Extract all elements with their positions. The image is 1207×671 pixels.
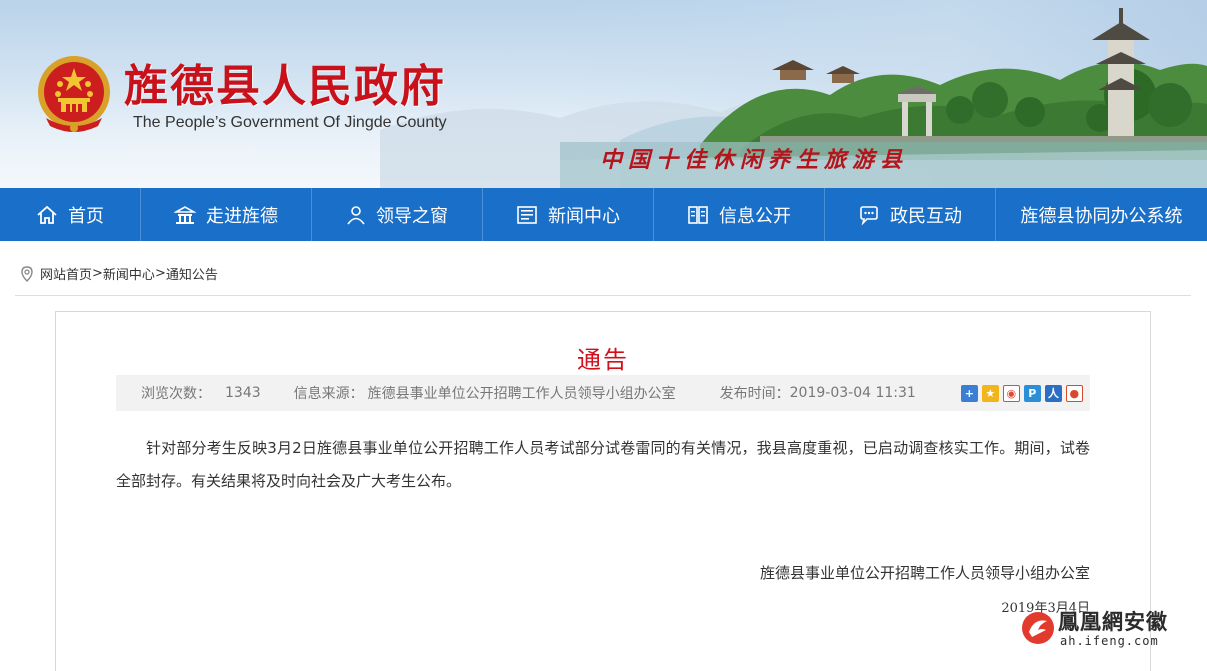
site-subtitle: The People’s Government Of Jingde County <box>133 114 447 131</box>
weibo-icon[interactable]: ◉ <box>1002 384 1020 402</box>
breadcrumb: 网站首页 > 新闻中心 > 通知公告 <box>15 252 1191 296</box>
chat-icon <box>860 205 878 225</box>
views-count: 1343 <box>225 385 261 401</box>
breadcrumb-home-link[interactable]: 网站首页 <box>40 264 92 283</box>
national-emblem-icon <box>38 56 110 132</box>
watermark-url: ah.ifeng.com <box>1060 634 1159 648</box>
watermark-name: 鳳凰網安徽 <box>1058 609 1168 634</box>
share-toolbar: + ★ ◉ P 人 ● <box>960 384 1087 402</box>
ifeng-watermark: 鳳凰網安徽 ah.ifeng.com <box>1018 606 1198 650</box>
share-more-icon[interactable]: + <box>960 384 978 402</box>
banner-slogan: 中国十佳休闲养生旅游县 <box>600 147 909 173</box>
breadcrumb-separator: > <box>154 266 166 281</box>
nav-item-label: 旌德县协同办公系统 <box>1020 205 1183 227</box>
nav-item-news[interactable]: 新闻中心 <box>483 188 654 241</box>
article-body: 针对部分考生反映3月2日旌德县事业单位公开招聘工作人员考试部分试卷雷同的有关情况… <box>116 439 1090 490</box>
nav-item-leaders[interactable]: 领导之窗 <box>312 188 483 241</box>
source-value: 旌德县事业单位公开招聘工作人员领导小组办公室 <box>367 386 676 402</box>
nav-item-home[interactable]: 首页 <box>0 188 141 241</box>
tencent-weibo-icon[interactable]: P <box>1023 384 1041 402</box>
home-icon <box>37 205 57 224</box>
user-icon <box>347 205 365 224</box>
nav-item-label: 走进旌德 <box>206 205 278 227</box>
site-banner: 旌德县人民政府 The People’s Government Of Jingd… <box>0 0 1207 188</box>
kaixin-icon[interactable]: ● <box>1065 384 1083 402</box>
breadcrumb-notice-link[interactable]: 通知公告 <box>166 264 218 283</box>
nav-item-info-disclosure[interactable]: 信息公开 <box>654 188 825 241</box>
site-title[interactable]: 旌德县人民政府 <box>124 50 446 114</box>
qzone-icon[interactable]: ★ <box>981 384 999 402</box>
nav-item-label: 政民互动 <box>890 205 962 227</box>
breadcrumb-news-link[interactable]: 新闻中心 <box>103 264 155 283</box>
nav-item-label: 首页 <box>68 205 104 227</box>
nav-item-label: 新闻中心 <box>548 205 620 227</box>
nav-item-label: 信息公开 <box>719 205 791 227</box>
source-label: 信息来源： <box>293 386 364 402</box>
nav-item-interaction[interactable]: 政民互动 <box>825 188 996 241</box>
article-meta-bar: 浏览次数： 1343 信息来源： 旌德县事业单位公开招聘工作人员领导小组办公室 … <box>116 375 1090 411</box>
views-label: 浏览次数： <box>141 386 211 402</box>
main-nav: 首页 走进旌德 领导之窗 新闻中心 信息公开 政民互动 旌德县协同办公系统 <box>0 188 1207 241</box>
nav-item-office-system[interactable]: 旌德县协同办公系统 <box>996 188 1207 241</box>
ifeng-logo-icon <box>1022 612 1054 644</box>
article-title: 通告 <box>577 346 629 374</box>
location-pin-icon <box>21 265 33 282</box>
article-panel: 通告 浏览次数： 1343 信息来源： 旌德县事业单位公开招聘工作人员领导小组办… <box>55 311 1151 671</box>
nav-item-about[interactable]: 走进旌德 <box>141 188 312 241</box>
news-icon <box>517 205 537 224</box>
renren-icon[interactable]: 人 <box>1044 384 1062 402</box>
signature-organization: 旌德县事业单位公开招聘工作人员领导小组办公室 <box>759 564 1090 582</box>
book-icon <box>688 205 708 224</box>
publish-time-value: 2019-03-04 11:31 <box>789 385 916 401</box>
publish-time-label: 发布时间： <box>719 386 790 402</box>
pavilion-icon <box>174 205 196 224</box>
breadcrumb-separator: > <box>92 266 103 281</box>
nav-item-label: 领导之窗 <box>376 205 448 227</box>
